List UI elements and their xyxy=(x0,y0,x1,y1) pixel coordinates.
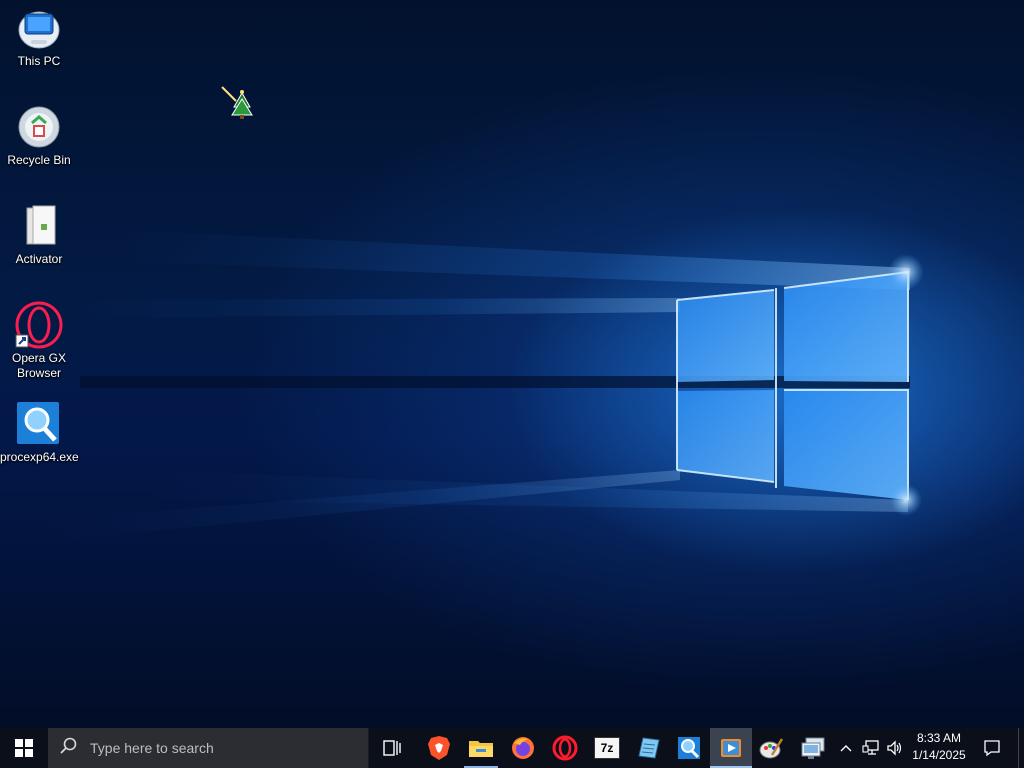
notepad-icon xyxy=(638,737,660,759)
tray-overflow-button[interactable] xyxy=(836,728,856,768)
taskbar-app-remote-desktop[interactable] xyxy=(792,728,834,768)
show-desktop-button[interactable] xyxy=(1018,728,1024,768)
paint-icon xyxy=(759,738,784,759)
start-button[interactable] xyxy=(0,728,48,768)
monitor-icon xyxy=(15,4,63,52)
taskbar-app-paint[interactable] xyxy=(750,728,792,768)
process-explorer-icon xyxy=(678,737,700,759)
desktop-icon-label: procexp64.exe xyxy=(0,450,79,464)
taskbar-app-file-explorer[interactable] xyxy=(460,728,502,768)
network-tray-button[interactable] xyxy=(860,728,882,768)
wallpaper xyxy=(40,230,924,540)
network-icon xyxy=(862,740,879,755)
brave-icon xyxy=(428,736,450,760)
recycle-bin-icon xyxy=(15,103,63,151)
chevron-up-icon xyxy=(840,745,852,752)
folder-icon xyxy=(469,741,493,757)
search-input[interactable] xyxy=(88,739,352,757)
desktop-icon-label: Recycle Bin xyxy=(7,153,71,167)
speaker-icon xyxy=(887,740,902,756)
7zip-icon: 7z xyxy=(594,737,620,759)
windows-logo-icon xyxy=(15,739,33,757)
opera-icon xyxy=(552,735,578,761)
taskbar-app-notepad[interactable] xyxy=(628,728,670,768)
clock-time: 8:33 AM xyxy=(916,731,962,745)
desktop-icon-label: Opera GX Browser xyxy=(11,351,67,380)
desktop-icon-activator[interactable]: Activator xyxy=(0,202,78,267)
taskbar-app-process-explorer[interactable] xyxy=(668,728,710,768)
tree-cursor-icon xyxy=(220,85,256,126)
volume-tray-button[interactable] xyxy=(884,728,906,768)
action-center-button[interactable] xyxy=(972,728,1012,768)
remote-desktop-icon xyxy=(801,737,825,759)
desktop-icon-opera-gx[interactable]: Opera GX Browser xyxy=(0,301,78,381)
notification-icon xyxy=(984,740,1000,757)
search-box[interactable] xyxy=(48,728,369,768)
search-icon xyxy=(60,737,78,760)
taskbar-app-opera[interactable] xyxy=(544,728,586,768)
clock-date: 1/14/2025 xyxy=(912,748,966,762)
task-view-button[interactable] xyxy=(372,728,414,768)
desktop-icon-recycle-bin[interactable]: Recycle Bin xyxy=(0,103,78,168)
document-icon xyxy=(15,202,63,250)
desktop-icon-procexp[interactable]: procexp64.exe xyxy=(0,400,79,465)
taskbar-clock[interactable]: 8:33 AM 1/14/2025 xyxy=(906,730,972,766)
taskbar: 7z xyxy=(0,728,1024,768)
desktop[interactable]: This PC Recycle Bin Activator Opera GX B… xyxy=(0,0,1024,728)
desktop-icon-label: Activator xyxy=(15,252,63,266)
7zip-icon-text: 7z xyxy=(600,741,614,755)
desktop-icon-this-pc[interactable]: This PC xyxy=(0,4,78,69)
taskbar-app-firefox[interactable] xyxy=(502,728,544,768)
firefox-icon xyxy=(512,737,534,759)
desktop-icon-label: This PC xyxy=(17,54,61,68)
process-explorer-icon xyxy=(15,400,63,448)
taskbar-app-brave[interactable] xyxy=(418,728,460,768)
media-player-icon xyxy=(721,739,741,757)
task-view-icon xyxy=(383,740,401,756)
taskbar-app-7zip[interactable]: 7z xyxy=(586,728,628,768)
taskbar-app-media-player[interactable] xyxy=(710,728,752,768)
opera-gx-icon xyxy=(15,301,63,349)
